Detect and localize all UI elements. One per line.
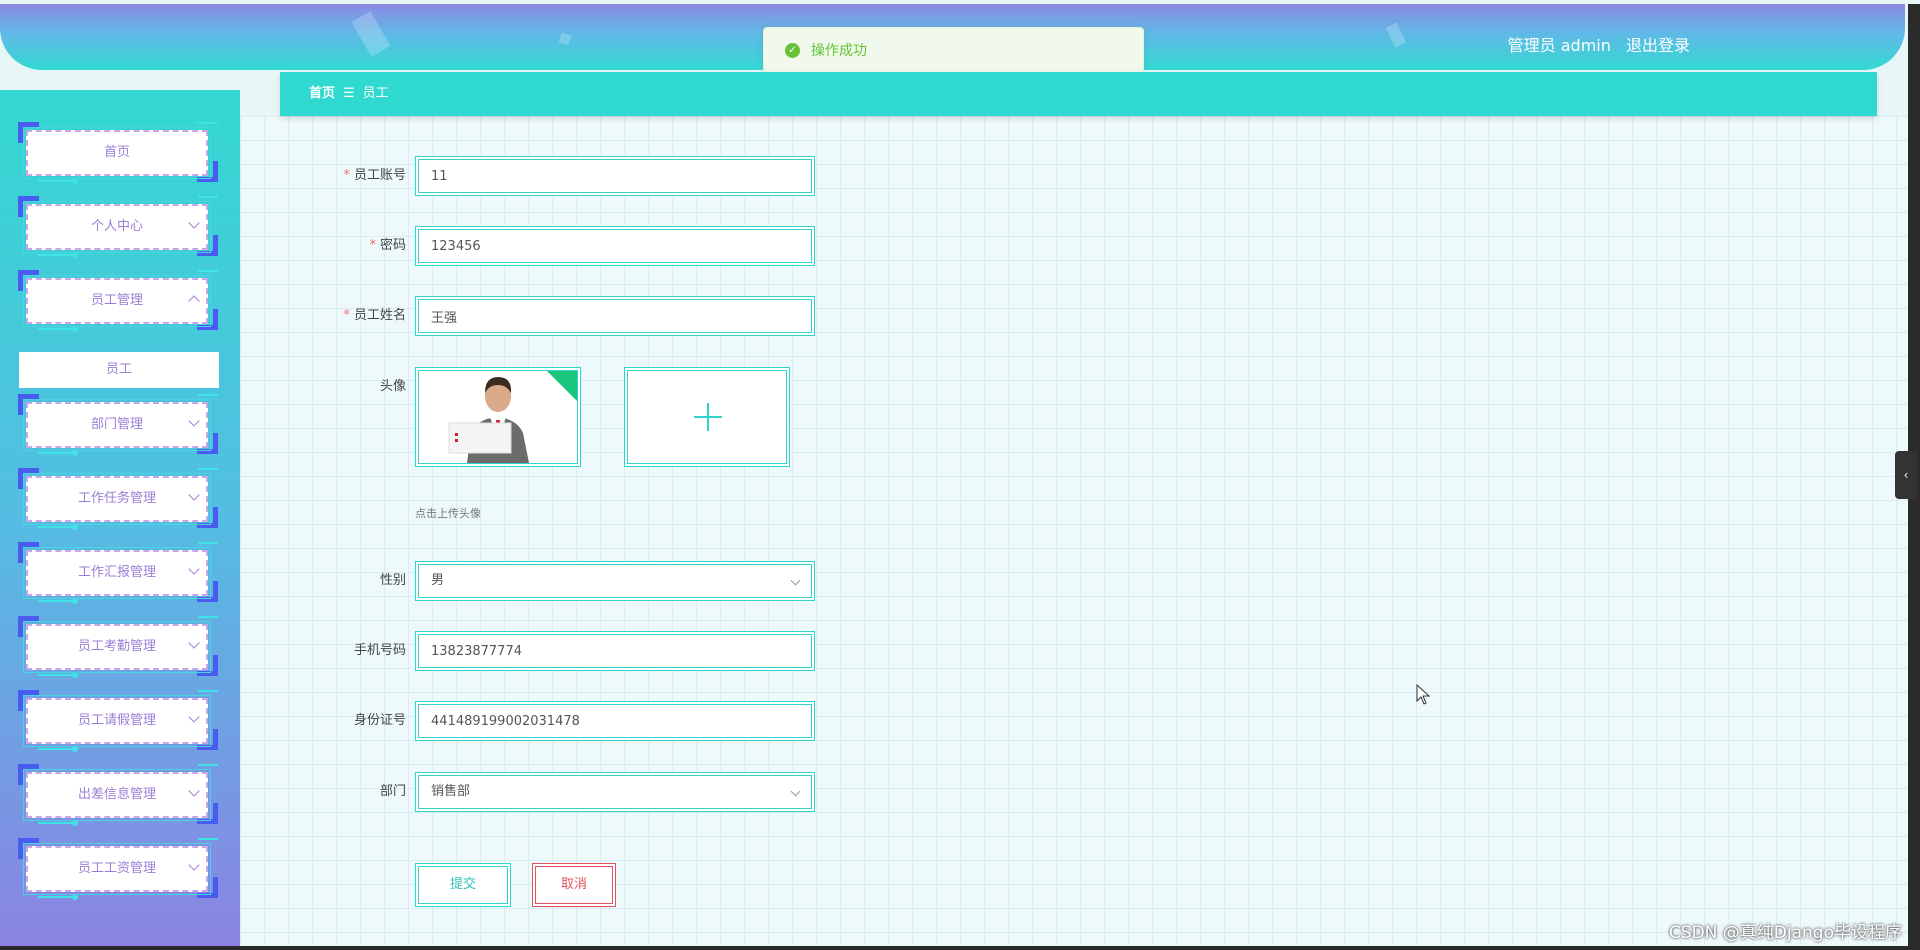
sidebar-item-label: 工作任务管理	[77, 491, 156, 506]
sidebar-item-leave-management[interactable]: 员工请假管理	[18, 690, 218, 752]
frame-tick	[198, 394, 218, 400]
frame-tick	[38, 672, 78, 678]
plus-icon	[628, 371, 786, 463]
sidebar-item-label: 部门管理	[90, 417, 143, 432]
sidebar-item-label: 员工考勤管理	[77, 639, 156, 654]
sidebar-item-label: 个人中心	[90, 219, 143, 234]
frame-tick	[198, 270, 218, 276]
name-label-text: 员工姓名	[353, 308, 406, 323]
sidebar: 首页 个人中心 员工管理 员工 部门管理 工作任务管理 工作汇报管理 员工考勤管…	[0, 90, 240, 946]
submit-button[interactable]: 提交	[415, 863, 511, 907]
frame-tick	[198, 196, 218, 202]
frame-tick	[38, 524, 78, 530]
gender-select[interactable]: 男	[415, 561, 815, 601]
frame-tick	[198, 468, 218, 474]
sidebar-item-attendance-management[interactable]: 员工考勤管理	[18, 616, 218, 678]
required-mark: *	[343, 308, 350, 323]
frame-tick	[38, 894, 78, 900]
cancel-button[interactable]: 取消	[532, 863, 616, 907]
frame-tick	[198, 616, 218, 622]
breadcrumb-current: 员工	[362, 86, 389, 101]
frame-tick	[198, 542, 218, 548]
frame-tick	[38, 178, 78, 184]
mouse-cursor-icon	[1416, 684, 1431, 705]
frame-tick	[38, 598, 78, 604]
header-decoration	[1385, 22, 1407, 48]
sidebar-item-personal-center[interactable]: 个人中心	[18, 196, 218, 258]
sidebar-item-business-trip-management[interactable]: 出差信息管理	[18, 764, 218, 826]
account-input[interactable]	[415, 156, 815, 196]
success-toast: ✓ 操作成功	[763, 27, 1144, 73]
department-select-value: 销售部	[431, 784, 471, 799]
frame-tick	[38, 326, 78, 332]
avatar-upload-hint: 点击上传头像	[415, 507, 481, 520]
password-label-text: 密码	[379, 238, 406, 253]
phone-input[interactable]	[415, 631, 815, 671]
account-label-text: 员工账号	[353, 168, 406, 183]
phone-label: 手机号码	[353, 643, 406, 658]
password-input[interactable]	[415, 226, 815, 266]
avatar-upload-button[interactable]	[624, 367, 790, 467]
sidebar-item-salary-management[interactable]: 员工工资管理	[18, 838, 218, 900]
sidebar-item-report-management[interactable]: 工作汇报管理	[18, 542, 218, 604]
department-label: 部门	[379, 784, 406, 799]
toast-message: 操作成功	[811, 43, 867, 59]
submenu-item-employee[interactable]: 员工	[19, 352, 219, 388]
sidebar-item-label: 出差信息管理	[77, 787, 156, 802]
window-bottom-edge	[0, 946, 1920, 950]
frame-tick	[198, 122, 218, 128]
frame-tick	[198, 764, 218, 770]
frame-tick	[38, 820, 78, 826]
frame-tick	[198, 838, 218, 844]
logout-link[interactable]: 退出登录	[1626, 36, 1690, 55]
chevron-down-icon	[790, 575, 801, 586]
breadcrumb-separator-icon: ☰	[343, 86, 355, 101]
sidebar-item-department-management[interactable]: 部门管理	[18, 394, 218, 456]
frame-tick	[198, 690, 218, 696]
avatar-preview[interactable]	[415, 367, 581, 467]
collapse-panel-toggle[interactable]: ‹	[1895, 451, 1917, 499]
uploaded-check-badge-icon	[547, 371, 577, 401]
id-number-label: 身份证号	[353, 713, 406, 728]
name-input[interactable]	[415, 296, 815, 336]
required-mark: *	[369, 238, 376, 253]
sidebar-item-task-management[interactable]: 工作任务管理	[18, 468, 218, 530]
password-label: * 密码	[300, 236, 406, 256]
frame-tick	[38, 252, 78, 258]
admin-user-label: 管理员 admin	[1507, 36, 1611, 55]
check-circle-icon: ✓	[785, 42, 800, 58]
breadcrumb: 首页 ☰ 员工	[280, 72, 1877, 116]
id-number-input[interactable]	[415, 701, 815, 741]
header-decoration	[351, 11, 391, 57]
frame-tick	[38, 746, 78, 752]
header-user-area: 管理员 admin 退出登录	[1508, 32, 1690, 56]
gender-select-value: 男	[431, 573, 445, 588]
avatar-label: 头像	[379, 379, 406, 394]
sidebar-item-employee-management[interactable]: 员工管理	[18, 270, 218, 332]
header-decoration	[558, 32, 572, 46]
sidebar-item-home[interactable]: 首页	[18, 122, 218, 184]
sidebar-item-label: 员工工资管理	[77, 861, 156, 876]
name-label: * 员工姓名	[300, 306, 406, 326]
sidebar-item-label: 员工请假管理	[77, 713, 156, 728]
sidebar-item-label: 首页	[103, 145, 130, 160]
chevron-down-icon	[790, 786, 801, 797]
watermark: CSDN @真纯Django毕设程序	[1668, 923, 1902, 943]
gender-label: 性别	[379, 573, 406, 588]
breadcrumb-home[interactable]: 首页	[309, 86, 335, 101]
required-mark: *	[343, 168, 350, 183]
sidebar-item-label: 员工管理	[90, 293, 143, 308]
frame-tick	[38, 450, 78, 456]
department-select[interactable]: 销售部	[415, 772, 815, 812]
sidebar-item-label: 工作汇报管理	[77, 565, 156, 580]
account-label: * 员工账号	[300, 166, 406, 186]
